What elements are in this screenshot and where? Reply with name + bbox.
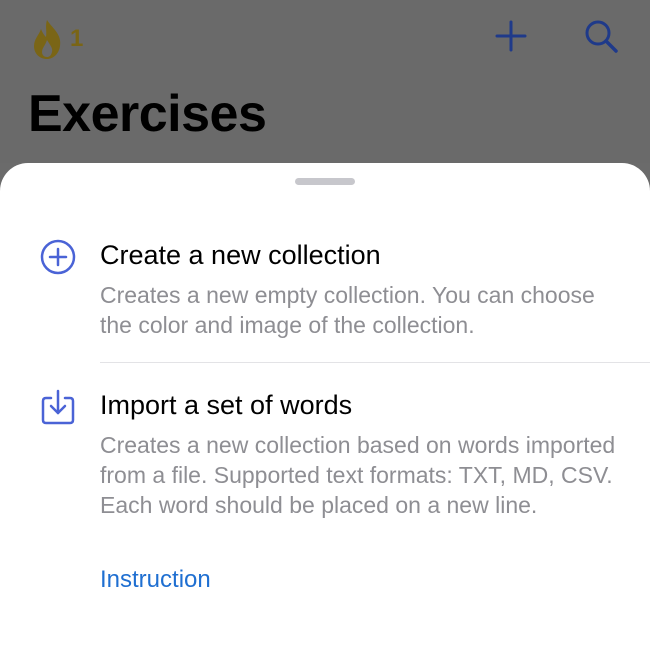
option-description: Creates a new collection based on words … bbox=[100, 432, 616, 518]
option-title: Import a set of words bbox=[100, 390, 353, 420]
add-button[interactable] bbox=[493, 20, 529, 56]
streak-count: 1 bbox=[70, 25, 84, 52]
page-title: Exercises bbox=[28, 85, 267, 143]
search-icon bbox=[583, 18, 619, 59]
divider bbox=[100, 362, 650, 363]
sheet-grabber[interactable] bbox=[295, 178, 355, 185]
plus-circle-icon bbox=[40, 239, 76, 275]
search-button[interactable] bbox=[583, 20, 619, 56]
import-icon bbox=[40, 389, 76, 425]
streak-indicator[interactable]: 1 bbox=[30, 18, 83, 60]
action-sheet: Create a new collection Creates a new em… bbox=[0, 163, 650, 647]
top-bar: 1 Exercises bbox=[0, 0, 650, 163]
plus-icon bbox=[495, 20, 527, 57]
instruction-link[interactable]: Instruction bbox=[100, 566, 211, 594]
option-title: Create a new collection bbox=[100, 240, 381, 270]
option-description: Creates a new empty collection. You can … bbox=[100, 282, 595, 338]
flame-icon bbox=[30, 18, 64, 60]
